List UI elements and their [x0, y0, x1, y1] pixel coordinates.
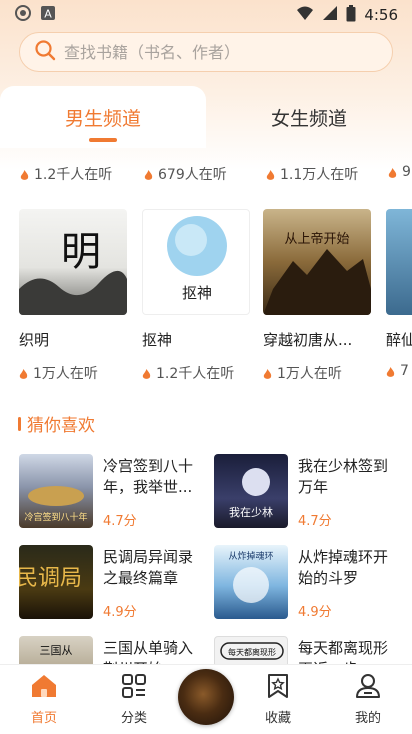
listen-count: 7	[386, 363, 412, 379]
nav-label: 分类	[120, 711, 147, 726]
flame-icon	[20, 169, 29, 180]
book-cover: 三国从	[19, 636, 93, 664]
book-title: 从炸掉魂环开始的斗罗	[298, 548, 389, 587]
signal-icon	[322, 5, 338, 25]
font-notification-icon: A	[40, 5, 56, 25]
book-title: 我在少林签到万年	[298, 457, 389, 496]
book-cover: 从上帝开始	[263, 209, 371, 315]
svg-text:A: A	[44, 8, 52, 21]
flame-icon	[142, 368, 151, 379]
flame-icon	[263, 368, 272, 379]
listen-count: 679人在听	[144, 164, 227, 184]
home-icon	[30, 673, 58, 703]
book-card[interactable]: 从上帝开始 穿越初唐从... 1万人在听	[263, 209, 371, 383]
flame-icon	[386, 366, 395, 377]
section-bar	[18, 416, 21, 431]
now-playing-disc[interactable]	[178, 669, 234, 725]
section-title: 猜你喜欢	[18, 411, 95, 436]
nav-home[interactable]: 首页	[14, 673, 74, 726]
listen-count: 1.1万人在听	[266, 164, 358, 184]
nav-label: 首页	[30, 711, 57, 726]
search-icon	[34, 39, 56, 65]
book-rating: 4.9分	[298, 605, 332, 620]
book-title: 织明	[19, 331, 50, 349]
nav-profile[interactable]: 我的	[338, 673, 398, 726]
wifi-icon	[296, 5, 314, 25]
flame-icon	[19, 368, 28, 379]
nav-favorites[interactable]: 收藏	[248, 673, 308, 726]
flame-icon	[266, 169, 275, 180]
book-card-partial[interactable]: 醉仙 7	[386, 209, 412, 379]
book-title: 抠神	[142, 331, 173, 349]
recommend-book[interactable]: 冷宫签到八十年 冷宫签到八十年，我举世... 4.7分	[19, 454, 209, 530]
cover-title-text: 三国从	[40, 644, 73, 657]
book-cover: 明	[19, 209, 127, 315]
book-cover: 从炸掉魂环	[214, 545, 288, 619]
bookmark-icon	[266, 673, 290, 703]
book-cover: 民调局	[19, 545, 93, 619]
cover-title-text: 从上帝开始	[284, 231, 349, 247]
listen-count: 1.2千人在听	[142, 363, 250, 383]
cover-title-text: 明	[61, 229, 101, 275]
book-title: 每天都离现形再近一步	[298, 639, 389, 664]
search-bar[interactable]	[19, 32, 393, 72]
book-rating: 4.7分	[103, 514, 137, 529]
flame-icon	[388, 167, 397, 178]
tab-female-channel[interactable]: 女生频道	[206, 86, 412, 148]
listen-count: 1万人在听	[263, 363, 371, 383]
search-input[interactable]	[64, 42, 364, 62]
cover-title-text: 民调局	[19, 566, 82, 591]
status-bar: A 4:56	[0, 0, 412, 30]
recommend-book[interactable]: 我在少林 我在少林签到万年 4.7分	[214, 454, 404, 530]
book-title: 穿越初唐从...	[263, 331, 353, 349]
book-card[interactable]: 抠神 抠神 1.2千人在听	[142, 209, 250, 383]
grid-icon	[121, 673, 147, 703]
user-icon	[355, 673, 381, 703]
listen-count-row: 1.2千人在听 679人在听 1.1万人在听 9	[0, 164, 412, 186]
book-title: 三国从单骑入荆州开始	[103, 639, 194, 664]
recommend-book[interactable]: 民调局 民调局异闻录之最终篇章 4.9分	[19, 545, 209, 621]
book-cover	[386, 209, 412, 315]
cover-title-text: 从炸掉魂环	[228, 550, 273, 562]
flame-icon	[144, 169, 153, 180]
channel-tabs: 男生频道 女生频道	[0, 86, 412, 150]
book-rating: 4.9分	[103, 605, 137, 620]
active-tab-indicator	[89, 138, 117, 142]
listen-count: 1万人在听	[19, 363, 127, 383]
book-cover: 每天都离现形	[214, 636, 288, 664]
recommend-book[interactable]: 从炸掉魂环 从炸掉魂环开始的斗罗 4.9分	[214, 545, 404, 621]
book-rating: 4.7分	[298, 514, 332, 529]
cover-title-text: 我在少林	[229, 505, 273, 519]
recommend-book[interactable]: 每天都离现形 每天都离现形再近一步	[214, 636, 404, 664]
nav-label: 收藏	[264, 711, 291, 726]
app-notification-icon	[14, 4, 32, 26]
cover-title-text: 抠神	[182, 284, 212, 302]
recommend-book[interactable]: 三国从 三国从单骑入荆州开始	[19, 636, 209, 664]
book-card[interactable]: 明 织明 1万人在听	[19, 209, 127, 383]
book-cover: 抠神	[142, 209, 250, 315]
nav-label: 我的	[354, 711, 381, 726]
book-cover: 冷宫签到八十年	[19, 454, 93, 528]
book-title: 民调局异闻录之最终篇章	[103, 548, 194, 587]
book-title: 冷宫签到八十年，我举世...	[103, 457, 194, 496]
book-cover: 我在少林	[214, 454, 288, 528]
nav-category[interactable]: 分类	[104, 673, 164, 726]
cover-title-text: 每天都离现形	[228, 647, 276, 657]
battery-icon	[346, 4, 356, 26]
listen-count: 1.2千人在听	[20, 164, 112, 184]
cover-title-text: 冷宫签到八十年	[24, 511, 87, 523]
book-title: 醉仙	[386, 331, 412, 349]
status-time: 4:56	[364, 6, 398, 24]
listen-count: 9	[388, 164, 411, 180]
